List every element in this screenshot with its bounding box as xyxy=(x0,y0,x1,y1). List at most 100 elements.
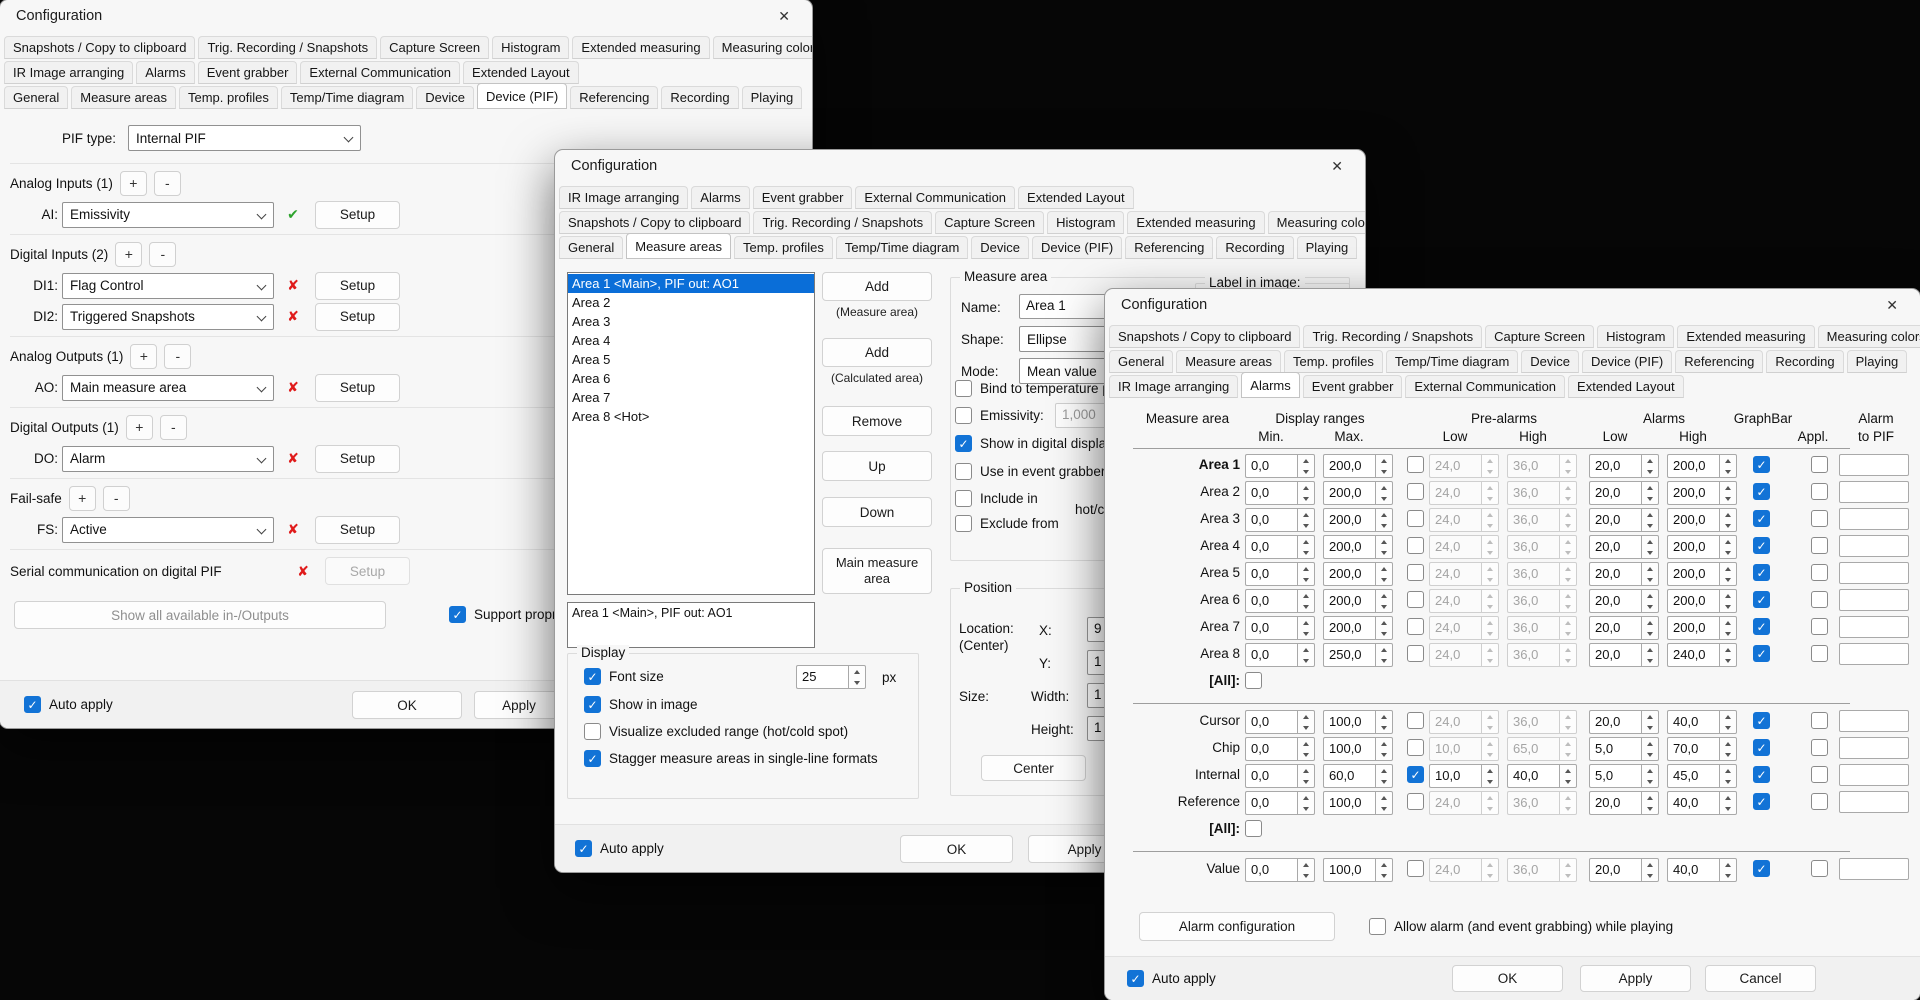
bind-temperature-checkbox-row[interactable]: Bind to temperature pr xyxy=(955,380,1114,397)
graphbar-checkbox[interactable] xyxy=(1753,739,1770,756)
pre-alarm-checkbox[interactable] xyxy=(1407,591,1424,608)
spinner-arrows-icon[interactable] xyxy=(1641,643,1659,667)
pre-alarm-low-spinner[interactable]: 24,0 xyxy=(1429,858,1499,882)
tab-temp-time-diagram[interactable]: Temp/Time diagram xyxy=(836,236,968,259)
spinner-arrows-icon[interactable] xyxy=(1375,616,1393,640)
tab-recording[interactable]: Recording xyxy=(1216,236,1293,259)
ok-button[interactable]: OK xyxy=(1452,965,1563,992)
alarm-to-pif-field[interactable] xyxy=(1839,710,1909,732)
spinner-arrows-icon[interactable] xyxy=(1481,737,1499,761)
alarm-to-pif-field[interactable] xyxy=(1839,643,1909,665)
spinner-arrows-icon[interactable] xyxy=(1559,764,1577,788)
font-size-checkbox-row[interactable]: Font size xyxy=(584,668,664,685)
graphbar-checkbox[interactable] xyxy=(1753,456,1770,473)
io-combobox[interactable]: Alarm xyxy=(62,446,274,472)
appl-checkbox[interactable] xyxy=(1811,591,1828,608)
pre-alarm-high-spinner[interactable]: 36,0 xyxy=(1507,858,1577,882)
spinner-arrows-icon[interactable] xyxy=(1297,481,1315,505)
max-spinner[interactable]: 100,0 xyxy=(1323,737,1393,761)
graphbar-checkbox[interactable] xyxy=(1753,793,1770,810)
spinner-arrows-icon[interactable] xyxy=(1641,508,1659,532)
spinner-arrows-icon[interactable] xyxy=(1719,481,1737,505)
spinner-arrows-icon[interactable] xyxy=(1481,589,1499,613)
spinner-arrows-icon[interactable] xyxy=(1375,858,1393,882)
spinner-arrows-icon[interactable] xyxy=(1719,535,1737,559)
alarm-high-spinner[interactable]: 70,0 xyxy=(1667,737,1737,761)
max-spinner[interactable]: 200,0 xyxy=(1323,589,1393,613)
alarm-high-spinner[interactable]: 45,0 xyxy=(1667,764,1737,788)
spinner-arrows-icon[interactable] xyxy=(1375,764,1393,788)
tab-capture-screen[interactable]: Capture Screen xyxy=(380,36,489,59)
alarm-low-spinner[interactable]: 20,0 xyxy=(1589,535,1659,559)
add-button[interactable]: + xyxy=(126,415,153,440)
graphbar-checkbox[interactable] xyxy=(1753,860,1770,877)
down-button[interactable]: Down xyxy=(822,497,932,527)
pre-alarm-low-spinner[interactable]: 24,0 xyxy=(1429,643,1499,667)
min-spinner[interactable]: 0,0 xyxy=(1245,616,1315,640)
spinner-arrows-icon[interactable] xyxy=(1559,616,1577,640)
pre-alarm-checkbox[interactable] xyxy=(1407,739,1424,756)
alarm-low-spinner[interactable]: 20,0 xyxy=(1589,710,1659,734)
spinner-arrows-icon[interactable] xyxy=(1559,791,1577,815)
tab-snapshots-copy-to-clipboard[interactable]: Snapshots / Copy to clipboard xyxy=(1109,325,1300,348)
spinner-arrows-icon[interactable] xyxy=(1297,589,1315,613)
add-button[interactable]: + xyxy=(69,486,96,511)
stagger-areas-checkbox[interactable] xyxy=(584,750,601,767)
spinner-arrows-icon[interactable] xyxy=(848,665,866,689)
tab-measuring-colors[interactable]: Measuring colors xyxy=(1818,325,1920,348)
spinner-arrows-icon[interactable] xyxy=(1481,535,1499,559)
show-digital-display-checkbox[interactable] xyxy=(955,435,972,452)
pre-alarm-high-spinner[interactable]: 36,0 xyxy=(1507,589,1577,613)
spinner-arrows-icon[interactable] xyxy=(1297,737,1315,761)
pre-alarm-high-spinner[interactable]: 36,0 xyxy=(1507,508,1577,532)
spinner-arrows-icon[interactable] xyxy=(1481,481,1499,505)
alarm-to-pif-field[interactable] xyxy=(1839,454,1909,476)
spinner-arrows-icon[interactable] xyxy=(1481,562,1499,586)
tab-alarms[interactable]: Alarms xyxy=(691,186,749,209)
tab-playing[interactable]: Playing xyxy=(742,86,803,109)
spinner-arrows-icon[interactable] xyxy=(1375,791,1393,815)
graphbar-checkbox[interactable] xyxy=(1753,618,1770,635)
min-spinner[interactable]: 0,0 xyxy=(1245,643,1315,667)
graphbar-checkbox[interactable] xyxy=(1753,537,1770,554)
tab-capture-screen[interactable]: Capture Screen xyxy=(1485,325,1594,348)
alarm-low-spinner[interactable]: 20,0 xyxy=(1589,454,1659,478)
tab-event-grabber[interactable]: Event grabber xyxy=(1303,375,1403,398)
pre-alarm-low-spinner[interactable]: 24,0 xyxy=(1429,454,1499,478)
min-spinner[interactable]: 0,0 xyxy=(1245,589,1315,613)
spinner-arrows-icon[interactable] xyxy=(1481,616,1499,640)
alarm-low-spinner[interactable]: 20,0 xyxy=(1589,791,1659,815)
tab-capture-screen[interactable]: Capture Screen xyxy=(935,211,1044,234)
spinner-arrows-icon[interactable] xyxy=(1375,589,1393,613)
pre-alarm-checkbox[interactable] xyxy=(1407,510,1424,527)
tab-device-pif[interactable]: Device (PIF) xyxy=(1032,236,1122,259)
show-in-image-checkbox-row[interactable]: Show in image xyxy=(584,696,698,713)
spinner-arrows-icon[interactable] xyxy=(1719,858,1737,882)
serial-setup-button[interactable]: Setup xyxy=(325,557,410,585)
appl-checkbox[interactable] xyxy=(1811,564,1828,581)
tab-extended-measuring[interactable]: Extended measuring xyxy=(1677,325,1814,348)
spinner-arrows-icon[interactable] xyxy=(1297,710,1315,734)
pre-alarm-checkbox[interactable] xyxy=(1407,766,1424,783)
alarm-high-spinner[interactable]: 200,0 xyxy=(1667,508,1737,532)
spinner-arrows-icon[interactable] xyxy=(1719,791,1737,815)
alarm-low-spinner[interactable]: 20,0 xyxy=(1589,562,1659,586)
graphbar-checkbox[interactable] xyxy=(1753,645,1770,662)
include-in-checkbox[interactable] xyxy=(955,490,972,507)
remove-button[interactable]: - xyxy=(160,415,187,440)
setup-button[interactable]: Setup xyxy=(315,272,400,300)
tab-measuring-colors[interactable]: Measuring colors xyxy=(713,36,812,59)
spinner-arrows-icon[interactable] xyxy=(1297,643,1315,667)
pre-alarm-low-spinner[interactable]: 24,0 xyxy=(1429,481,1499,505)
pre-alarm-checkbox[interactable] xyxy=(1407,793,1424,810)
tab-referencing[interactable]: Referencing xyxy=(1675,350,1763,373)
allow-alarm-checkbox-row[interactable]: Allow alarm (and event grabbing) while p… xyxy=(1369,918,1673,935)
setup-button[interactable]: Setup xyxy=(315,445,400,473)
max-spinner[interactable]: 100,0 xyxy=(1323,791,1393,815)
exclude-from-checkbox[interactable] xyxy=(955,515,972,532)
emissivity-checkbox[interactable] xyxy=(955,407,972,424)
alarm-high-spinner[interactable]: 200,0 xyxy=(1667,454,1737,478)
show-all-io-button[interactable]: Show all available in-/Outputs xyxy=(14,601,386,629)
alarm-to-pif-field[interactable] xyxy=(1839,535,1909,557)
tab-temp-profiles[interactable]: Temp. profiles xyxy=(734,236,833,259)
